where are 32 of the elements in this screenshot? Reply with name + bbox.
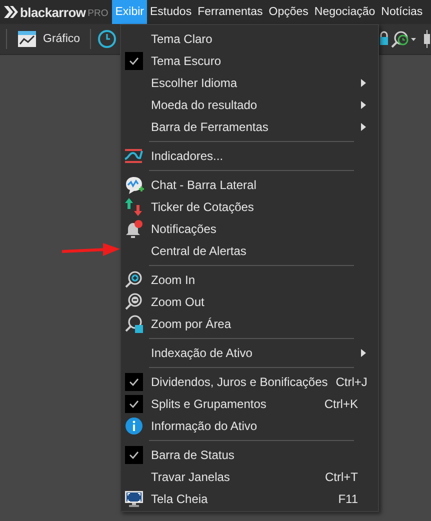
- logo-name: blackarrow: [20, 4, 86, 20]
- menu-item[interactable]: Barra de Ferramentas: [121, 116, 378, 138]
- menu-item[interactable]: Chat - Barra Lateral: [121, 174, 378, 196]
- menu-item[interactable]: Ticker de Cotações: [121, 196, 378, 218]
- chart-button[interactable]: Gráfico: [13, 30, 84, 48]
- menu-item[interactable]: Indicadores...: [121, 145, 378, 167]
- menu-bar-item[interactable]: Notícias: [378, 0, 426, 24]
- menu-item[interactable]: Dividendos, Juros e Bonificações Ctrl+J: [121, 371, 378, 393]
- menu-item[interactable]: Zoom Out: [121, 291, 378, 313]
- shortcut-text: F11: [338, 492, 358, 506]
- menu-bar-item[interactable]: Ferramentas: [194, 0, 266, 24]
- menu-item[interactable]: Barra de Status: [121, 444, 378, 466]
- menu-item[interactable]: Indexação de Ativo: [121, 342, 378, 364]
- menu-bar-item[interactable]: Opções: [266, 0, 312, 24]
- menu-bar-item[interactable]: Estudos: [147, 0, 195, 24]
- menu-bar-item[interactable]: Negociação: [311, 0, 378, 24]
- menu-item[interactable]: Informação do Ativo: [121, 415, 378, 437]
- menu-item[interactable]: Notificações: [121, 218, 378, 240]
- menu-item[interactable]: Escolher Idioma: [121, 72, 378, 94]
- menu-item[interactable]: Zoom In: [121, 269, 378, 291]
- shortcut-text: Ctrl+J: [336, 375, 368, 389]
- menu-item[interactable]: Tema Escuro: [121, 50, 378, 72]
- menu-item[interactable]: Travar Janelas Ctrl+T: [121, 466, 378, 488]
- menu-item[interactable]: Tela Cheia F11: [121, 488, 378, 510]
- menu-item[interactable]: Central de Alertas: [121, 240, 378, 262]
- menu-item[interactable]: Zoom por Área: [121, 313, 378, 335]
- menu-item[interactable]: Splits e Grupamentos Ctrl+K: [121, 393, 378, 415]
- menu-item[interactable]: Moeda do resultado: [121, 94, 378, 116]
- logo-suffix: PRO: [88, 8, 108, 18]
- shortcut-text: Ctrl+T: [325, 470, 358, 484]
- shortcut-text: Ctrl+K: [324, 397, 358, 411]
- menu-item[interactable]: Tema Claro: [121, 28, 378, 50]
